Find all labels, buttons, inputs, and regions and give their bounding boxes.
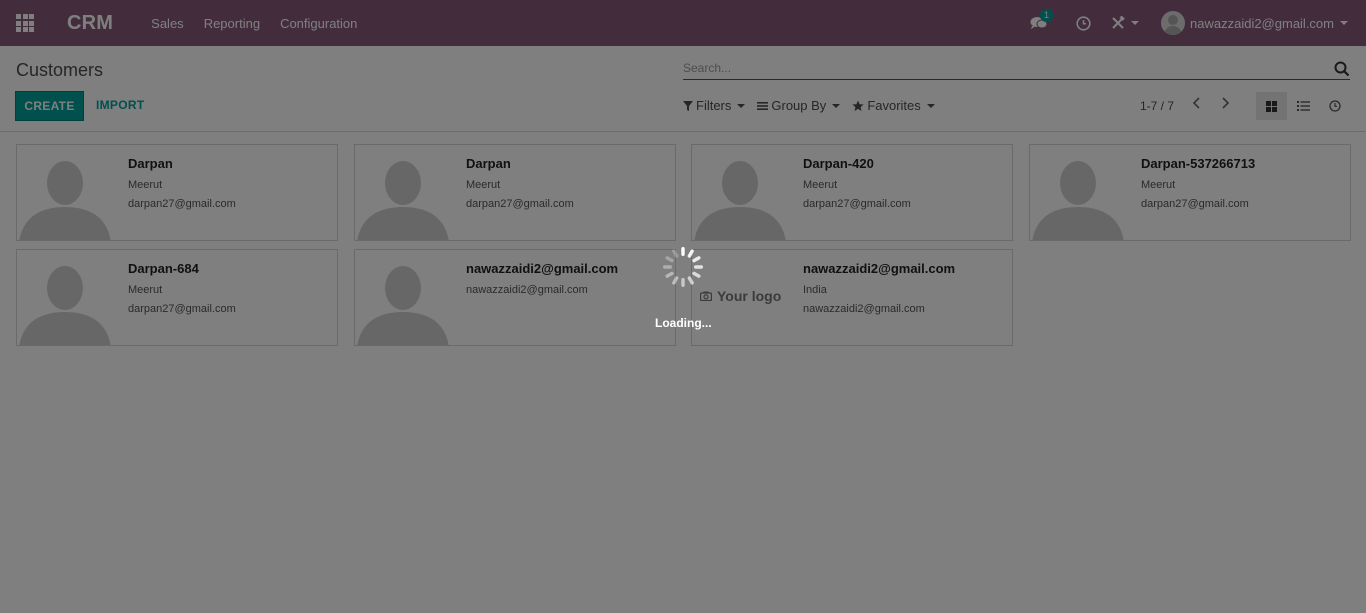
loading-text: Loading...	[655, 316, 712, 330]
loading-spinner-icon	[663, 247, 703, 287]
loading-overlay: Loading...	[0, 0, 1366, 613]
